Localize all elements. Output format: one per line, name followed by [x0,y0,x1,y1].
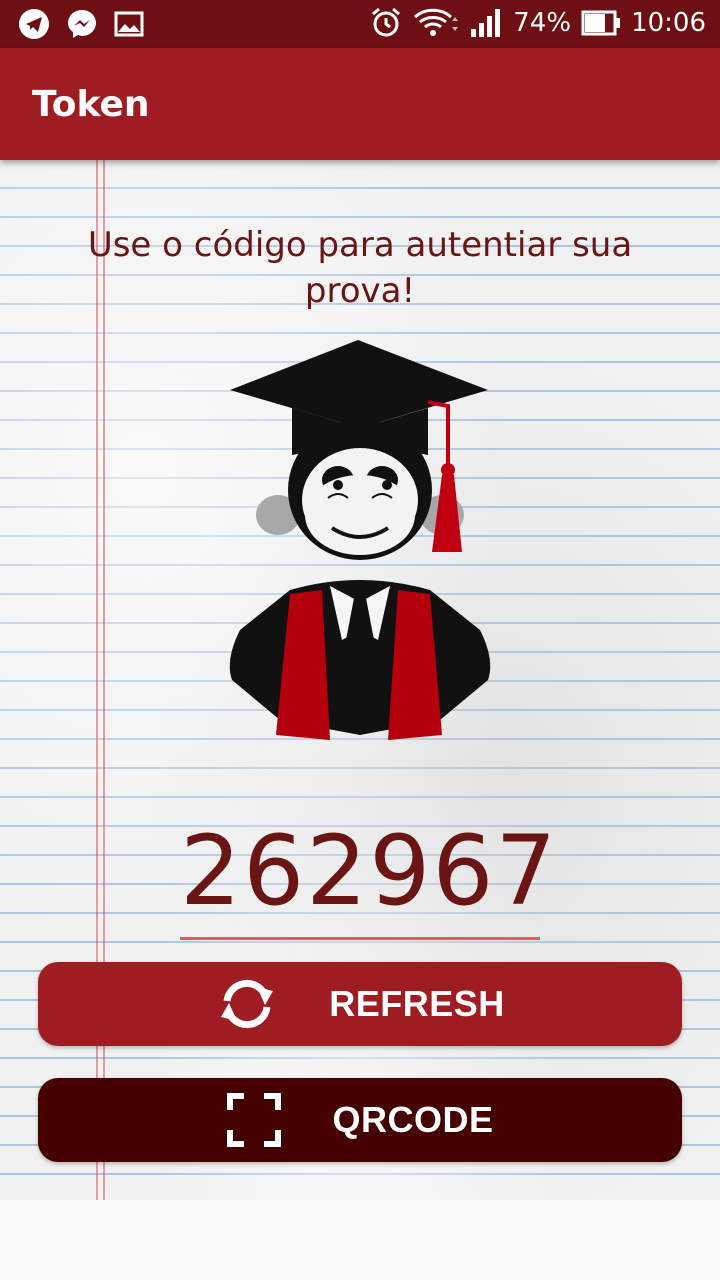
scan-icon [227,1093,282,1147]
wifi-icon [414,8,459,36]
token-underline [180,937,540,940]
token-code: 262967 [180,815,559,927]
graduate-monkey-icon [229,340,491,740]
alarm-icon [372,7,401,37]
refresh-button-label: REFRESH [329,983,505,1024]
messenger-icon [68,10,96,38]
instruction-text: Use o código para autentiar sua prova! [87,225,633,311]
battery-icon [581,10,621,36]
notification-icons [18,8,144,40]
qrcode-button-label: QRCODE [332,1099,494,1140]
refresh-button[interactable]: REFRESH [38,962,682,1046]
paper-background: Use o código para autentiar sua prova! 2… [0,160,720,1200]
status-bar: 74% 10:06 [0,0,720,48]
page-title: Token [32,84,150,125]
gallery-icon [114,11,144,37]
clock: 10:06 [631,8,706,38]
refresh-icon [221,979,274,1029]
app-bar: Token [0,48,720,160]
battery-percent: 74% [513,8,572,38]
telegram-icon [19,9,49,39]
status-indicators: 74% 10:06 [369,6,706,40]
signal-icon [471,9,501,37]
qrcode-button[interactable]: QRCODE [38,1078,682,1162]
